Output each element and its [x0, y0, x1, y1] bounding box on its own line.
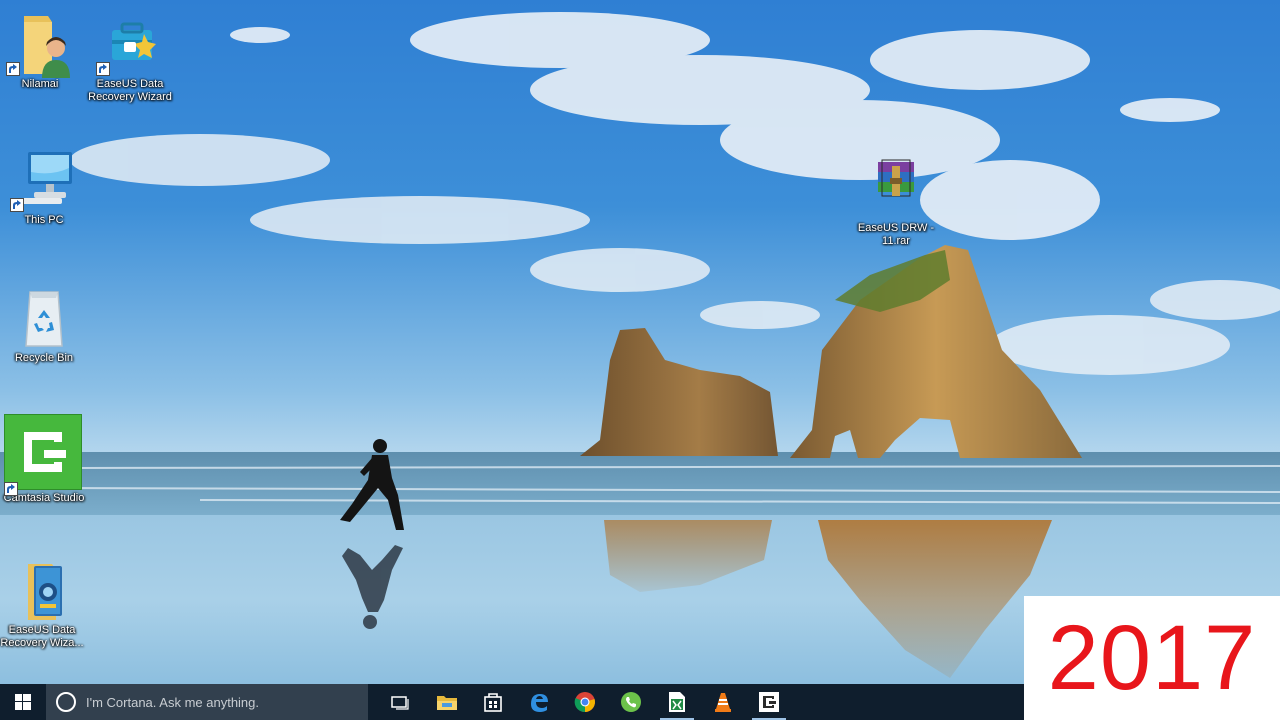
camtasia-icon	[4, 414, 82, 496]
winrar-archive-icon	[872, 156, 920, 204]
edge-icon	[531, 694, 548, 712]
desktop-icon-this-pc[interactable]: This PC	[0, 148, 90, 227]
chrome-button[interactable]	[562, 684, 608, 720]
year-text: 2017	[1047, 606, 1257, 709]
cortana-icon	[56, 692, 76, 712]
year-overlay: 2017	[1024, 596, 1280, 720]
desktop-icon-rar-archive[interactable]: EaseUS DRW - 11.rar	[850, 156, 942, 248]
desktop-icon-easeus-installer[interactable]: EaseUS Data Recovery Wiza...	[0, 558, 88, 650]
computer-icon	[10, 148, 76, 212]
toolbox-icon	[96, 12, 162, 76]
camtasia-taskbar-button[interactable]	[746, 684, 792, 720]
desktop-icon-label: EaseUS DRW - 11.rar	[857, 222, 935, 247]
shortcut-arrow-icon	[96, 62, 110, 76]
folder-icon	[437, 696, 457, 710]
desktop-icon-label: This PC	[24, 214, 64, 226]
desktop-icon-easeus-recovery[interactable]: EaseUS Data Recovery Wizard	[84, 12, 176, 104]
file-explorer-button[interactable]	[424, 684, 470, 720]
windows-logo-icon	[15, 694, 31, 710]
shortcut-arrow-icon	[10, 198, 24, 212]
search-placeholder: I'm Cortana. Ask me anything.	[86, 694, 260, 710]
installer-box-icon	[10, 558, 74, 622]
camtasia-icon	[759, 692, 779, 712]
recycle-bin-icon	[12, 286, 76, 350]
chrome-icon	[574, 692, 595, 713]
cortana-search-box[interactable]: I'm Cortana. Ask me anything.	[46, 684, 368, 720]
viber-button[interactable]	[608, 684, 654, 720]
desktop-icon-label: EaseUS Data Recovery Wizard	[88, 78, 172, 103]
edge-button[interactable]	[516, 684, 562, 720]
store-bag-icon	[484, 693, 502, 712]
shortcut-arrow-icon	[6, 62, 20, 76]
traffic-cone-icon	[715, 693, 731, 712]
spreadsheet-icon	[669, 692, 685, 712]
vlc-button[interactable]	[700, 684, 746, 720]
excel-button[interactable]	[654, 684, 700, 720]
start-button[interactable]	[0, 684, 46, 720]
desktop-icon-recycle-bin[interactable]: Recycle Bin	[0, 286, 90, 365]
desktop-wallpaper	[0, 0, 1280, 684]
desktop-icon-label: Recycle Bin	[14, 352, 74, 364]
desktop-icon-label: Nilamai	[21, 78, 59, 90]
shortcut-arrow-icon	[4, 482, 18, 496]
desktop-icon-user-folder[interactable]: Nilamai	[0, 12, 86, 91]
user-folder-icon	[6, 12, 72, 78]
desktop-icon-camtasia[interactable]: Camtasia Studio	[0, 414, 90, 505]
task-view-icon	[391, 696, 409, 710]
desktop-icon-label: EaseUS Data Recovery Wiza...	[0, 624, 84, 649]
phone-icon	[621, 692, 641, 712]
store-button[interactable]	[470, 684, 516, 720]
task-view-button[interactable]	[378, 684, 424, 720]
